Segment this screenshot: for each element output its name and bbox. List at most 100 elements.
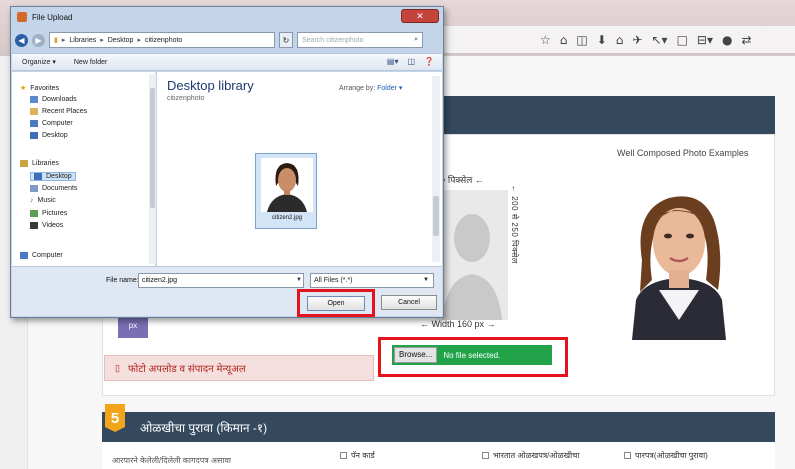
breadcrumb-citizenphoto[interactable]: citizenphoto <box>145 37 182 44</box>
nav-label: Desktop <box>42 132 68 139</box>
libraries-icon <box>20 160 28 167</box>
nav-label: Pictures <box>42 210 68 217</box>
organize-button[interactable]: Organize ▾ <box>22 58 56 66</box>
recent-places-icon <box>30 108 38 115</box>
option-label: भारतात ओळखपत्र/ओळखीचा <box>493 451 580 460</box>
profile-icon[interactable]: ● <box>722 33 732 47</box>
folder-icon: ▮ <box>54 37 58 44</box>
arrange-by-value[interactable]: Folder ▾ <box>377 85 402 92</box>
nav-favorites[interactable]: ★ Favorites <box>20 84 59 93</box>
file-input-status: No file selected. <box>443 350 501 360</box>
dialog-titlebar[interactable]: File Upload ✕ <box>11 7 443 27</box>
search-input[interactable]: Search citizenphoto ⌕ <box>297 32 423 48</box>
refresh-button[interactable]: ↻ <box>279 32 293 48</box>
nav-label: Computer <box>32 252 63 259</box>
breadcrumb[interactable]: ▮ ▸ Libraries ▸ Desktop ▸ citizenphoto <box>49 32 275 48</box>
nav-recent-places[interactable]: Recent Places <box>30 108 87 115</box>
section-5-title: ओळखीचा पुरावा (किमान -१) <box>140 421 268 435</box>
sync-icon[interactable]: ⇄ <box>741 33 751 47</box>
pocket-icon[interactable]: ◫ <box>576 33 587 47</box>
screenshot-icon[interactable]: □ <box>677 33 688 47</box>
sample-photo <box>614 180 744 340</box>
nav-label: Libraries <box>32 160 59 167</box>
file-type-select[interactable]: All Files (*.*) ▼ <box>310 273 434 288</box>
download-icon[interactable]: ⬇ <box>597 33 607 47</box>
checkbox[interactable] <box>482 452 489 459</box>
menu-icon[interactable]: ⊟▾ <box>697 33 713 47</box>
section-4-header <box>440 96 775 134</box>
home-icon[interactable]: ⌂ <box>616 33 624 47</box>
back-icon[interactable]: ◀ <box>15 33 28 47</box>
nav-music[interactable]: ♪ Music <box>30 197 56 204</box>
new-folder-button[interactable]: New folder <box>74 59 107 66</box>
search-placeholder: Search citizenphoto <box>302 36 364 44</box>
breadcrumb-desktop[interactable]: Desktop <box>108 37 134 44</box>
checkbox[interactable] <box>624 452 631 459</box>
option-label: पारपत्र(ओळखीचा पुरावा) <box>635 451 708 460</box>
library-subtitle: citizenphoto <box>167 95 205 102</box>
nav-libraries[interactable]: Libraries <box>20 160 59 167</box>
open-button[interactable]: Open <box>307 296 365 311</box>
arrange-by-label: Arrange by: <box>339 85 376 92</box>
nav-lib-desktop[interactable]: Desktop <box>30 172 76 181</box>
proof-note: आरपारने केलेली/दिलेली कागदपत्र असावा <box>112 456 232 465</box>
tools-icon[interactable]: ↖▾ <box>651 33 667 47</box>
manual-link-box[interactable]: ▯ फोटो अपलोड व संपादन मेन्यूअल <box>104 355 374 381</box>
breadcrumb-libraries[interactable]: Libraries <box>69 37 96 44</box>
chevron-down-icon[interactable]: ▼ <box>296 277 302 283</box>
firefox-icon <box>17 12 27 22</box>
file-thumbnail <box>261 158 313 212</box>
scroll-thumb[interactable] <box>433 196 439 236</box>
bookmarks-icon[interactable]: ⌂ <box>560 33 568 47</box>
documents-icon <box>30 185 38 192</box>
manual-link-text[interactable]: फोटो अपलोड व संपादन मेन्यूअल <box>128 361 246 375</box>
downloads-icon <box>30 96 38 103</box>
nav-label: Videos <box>42 222 64 229</box>
library-title: Desktop library <box>167 78 254 93</box>
close-icon: ✕ <box>416 10 424 21</box>
nav-computer[interactable]: Computer <box>30 120 73 127</box>
option-label: पॅन कार्ड <box>351 451 375 460</box>
view-options-icon[interactable]: ▤▾ <box>387 57 399 66</box>
forward-icon[interactable]: ▶ <box>32 33 45 47</box>
file-name-label: File name: <box>106 277 139 284</box>
document-icon: ▯ <box>115 362 120 373</box>
help-icon[interactable]: ❓ <box>424 57 434 66</box>
videos-icon <box>30 222 38 229</box>
option-indian-id[interactable]: भारतात ओळखपत्र/ओळखीचा <box>482 450 579 461</box>
music-icon: ♪ <box>30 197 34 204</box>
close-button[interactable]: ✕ <box>401 9 439 23</box>
arrange-by[interactable]: Arrange by: Folder ▾ <box>339 84 402 92</box>
file-list-scrollbar[interactable] <box>432 76 440 262</box>
nav-desktop[interactable]: Desktop <box>30 132 68 139</box>
checkbox[interactable] <box>340 452 347 459</box>
nav-label: Music <box>37 197 56 204</box>
dialog-title: File Upload <box>32 12 73 22</box>
file-input[interactable]: Browse... No file selected. <box>392 345 552 365</box>
nav-computer-root[interactable]: Computer <box>20 252 63 259</box>
nav-pictures[interactable]: Pictures <box>30 210 67 217</box>
chevron-down-icon: ▼ <box>423 277 429 283</box>
option-pan-card[interactable]: पॅन कार्ड <box>340 450 375 461</box>
nav-scrollbar[interactable] <box>149 74 156 264</box>
file-name-input[interactable]: citizen2.jpg <box>138 273 304 288</box>
step-badge: 5 <box>105 404 125 432</box>
file-name-label: citizen2.jpg <box>271 215 303 221</box>
browse-button[interactable]: Browse... <box>394 347 438 363</box>
file-item[interactable]: citizen2.jpg <box>255 153 317 229</box>
examples-title: Well Composed Photo Examples <box>617 148 749 158</box>
nav-label: Desktop <box>46 173 72 180</box>
nav-documents[interactable]: Documents <box>30 185 77 192</box>
nav-videos[interactable]: Videos <box>30 222 63 229</box>
star-icon[interactable]: ☆ <box>540 33 551 47</box>
cancel-button[interactable]: Cancel <box>381 295 437 310</box>
scroll-thumb[interactable] <box>150 88 155 208</box>
option-passport[interactable]: पारपत्र(ओळखीचा पुरावा) <box>624 450 708 461</box>
send-icon[interactable]: ✈ <box>632 33 642 47</box>
preview-pane-icon[interactable]: ◫ <box>407 57 415 66</box>
silhouette-guide <box>436 190 508 320</box>
navigation-pane: ★ Favorites Downloads Recent Places Compu… <box>12 72 156 266</box>
file-list-pane: Desktop library citizenphoto Arrange by:… <box>157 72 442 266</box>
nav-downloads[interactable]: Downloads <box>30 96 77 103</box>
desktop-icon <box>30 132 38 139</box>
